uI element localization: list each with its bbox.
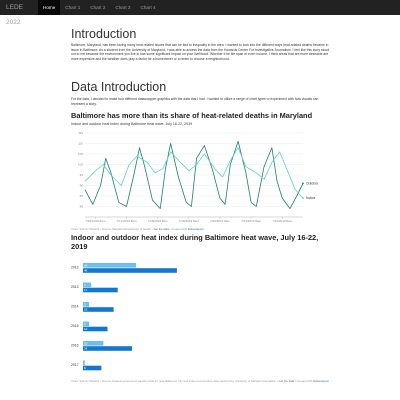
category-label: 2017 [71,363,79,367]
bar [83,268,177,273]
datawrapper-link[interactable]: Datawrapper [188,227,204,231]
bar-value-label: 10 [84,341,88,345]
top-navbar: LEDE 2022 Home Chart 1 Chart 2 Chart 3 C… [0,0,400,26]
x-tick-label: 7/20/2019 8am [210,219,231,223]
line-chart-credit: Chart: Sydney Wickels • Source: Maryland… [71,227,204,231]
bar [83,263,137,268]
bar-value-label: 46 [84,269,88,273]
datawrapper-link[interactable]: Datawrapper [313,379,329,383]
series-label-outdoor: Outdoor [306,181,319,185]
x-tick-label: 7/22/2019 8am [272,219,293,223]
bar-value-label: 24 [84,347,88,351]
series-end-point [302,197,304,199]
bar [83,346,132,351]
series-line-indoor [84,147,304,199]
y-tick-label: 80 [80,205,84,209]
y-tick-label: 100 [78,163,83,167]
nav-item-chart-1[interactable]: Chart 1 [60,0,85,15]
bar-value-label: 1 [84,361,86,365]
bar-value-label: 26 [84,263,88,267]
get-data-link[interactable]: Get the data [279,379,294,383]
credit-text: • Created with [294,379,313,383]
data-intro-heading: Data Introduction [71,80,167,94]
x-tick-label: 7/19/2019 8am [179,219,200,223]
bar-value-label: 12 [84,327,88,331]
category-label: 2013 [71,285,79,289]
credit-text: Chart: Sydney Wickels • Source: Maryland… [71,227,153,231]
bar [83,287,118,293]
nav-item-chart-3[interactable]: Chart 3 [110,0,135,15]
get-data-link[interactable]: Get the data [153,227,168,231]
credit-text: Chart: Sydney Wickels • Source: Federal … [71,379,278,383]
credit-text: • Created with [169,227,188,231]
nav-item-home[interactable]: Home [38,0,61,15]
intro-heading: Introduction [71,27,137,41]
y-tick-label: 105 [78,152,83,156]
category-label: 2014 [71,304,79,308]
y-tick-label: 90 [80,184,84,188]
bar [83,365,102,371]
x-tick-label: 7/18/2019 8am [148,219,169,223]
category-label: 2016 [71,343,79,347]
data-intro-paragraph: For the data, I decided to make four dif… [71,97,319,106]
series-end-point [302,182,304,185]
nav-item-chart-2[interactable]: Chart 2 [85,0,110,15]
y-tick-label: 85 [80,194,84,198]
bar-chart: 2012 26462013 4172014 3152015 3122016 1024201… [71,263,177,371]
intro-paragraph: Baltimore, Maryland, has been facing man… [71,43,330,61]
category-label: 2015 [71,324,79,328]
nav-menu: Home Chart 1 Chart 2 Chart 3 Chart 4 [38,0,161,15]
line-chart: 80 85 90 95 100 105 110 115 7/16/2019 8am 7/17/20… [78,131,319,223]
line-chart-subtitle: Indoor and outdoor heat index during Bal… [71,122,193,126]
category-label: 2012 [71,265,79,269]
line-chart-title: Baltimore has more than its share of hea… [71,111,313,120]
bar-chart-credit: Chart: Sydney Wickels • Source: Federal … [71,379,336,384]
x-tick-label: 7/16/2019 8am [85,219,106,223]
bar [83,307,114,312]
series-label-indoor: Indoor [306,196,316,200]
bar-value-label: 17 [84,288,88,292]
nav-item-chart-4[interactable]: Chart 4 [136,0,161,15]
brand-title[interactable]: LEDE 2022 [0,0,38,26]
x-tick-label: 7/17/2019 8am [117,219,138,223]
y-tick-label: 115 [78,131,83,135]
bar-value-label: 15 [84,308,88,312]
x-tick-label: 7/21/2019 8am [241,219,262,223]
y-tick-label: 95 [80,173,84,177]
y-tick-label: 110 [78,142,83,146]
